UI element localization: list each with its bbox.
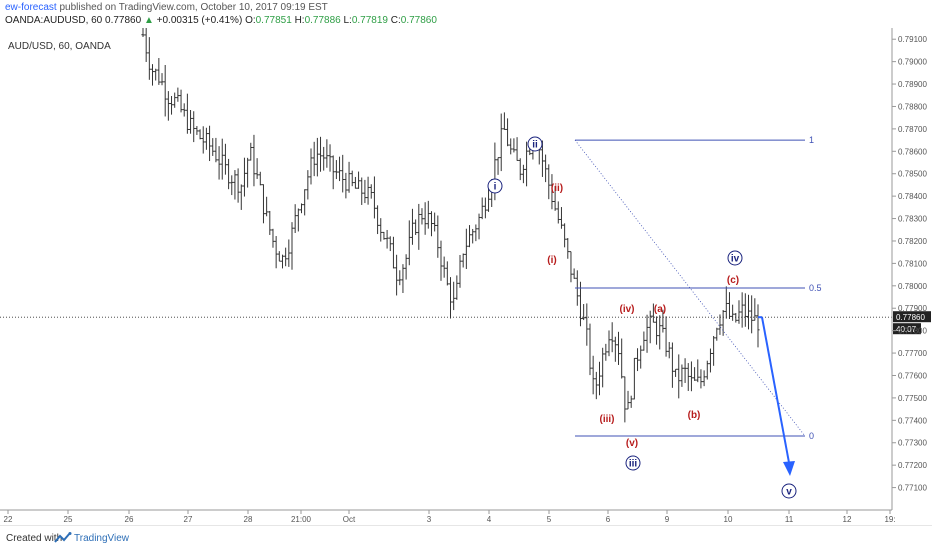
price-tag-label: 0.77860 bbox=[896, 313, 925, 322]
wave-label-red-a: (a) bbox=[654, 304, 666, 315]
change-arrow-icon: ▲ bbox=[143, 15, 154, 26]
open-value: 0.77851 bbox=[255, 15, 292, 26]
last-price: 0.77860 bbox=[105, 15, 142, 26]
chart-symbol-label: AUD/USD, 60, OANDA bbox=[8, 41, 111, 52]
y-tick-label: 0.78900 bbox=[898, 80, 927, 89]
wave-label-red-ii: (ii) bbox=[551, 183, 563, 194]
x-tick-label: 27 bbox=[184, 515, 193, 524]
y-tick-label: 0.77100 bbox=[898, 484, 927, 493]
y-tick-label: 0.77200 bbox=[898, 461, 927, 470]
wave-label-red-iii: (iii) bbox=[600, 414, 615, 425]
wave-label-blue-i: i bbox=[494, 182, 497, 193]
y-tick-label: 0.77400 bbox=[898, 416, 927, 425]
x-tick-label: 10 bbox=[724, 515, 733, 524]
wave-label-red-iv: (iv) bbox=[620, 304, 635, 315]
y-tick-label: 0.78000 bbox=[898, 282, 927, 291]
fib-level-label: 0 bbox=[809, 431, 814, 441]
y-tick-label: 0.79100 bbox=[898, 35, 927, 44]
y-tick-label: 0.77700 bbox=[898, 349, 927, 358]
low-label: L: bbox=[343, 15, 352, 26]
price-chart[interactable]: 0.7786040:0710.50iiiiiiivv(i)(ii)(iii)(i… bbox=[0, 28, 932, 525]
y-tick-label: 0.78300 bbox=[898, 215, 927, 224]
close-value: 0.77860 bbox=[400, 15, 437, 26]
wave-label-red-c: (c) bbox=[727, 275, 739, 286]
x-tick-label: 9 bbox=[665, 515, 670, 524]
x-tick-label: 5 bbox=[547, 515, 552, 524]
tradingview-brand[interactable]: TradingView bbox=[74, 533, 129, 544]
publish-line: ew-forecast published on TradingView.com… bbox=[5, 2, 328, 13]
x-tick-label: 6 bbox=[606, 515, 611, 524]
y-tick-label: 0.78200 bbox=[898, 237, 927, 246]
chart-header: ew-forecast published on TradingView.com… bbox=[0, 0, 932, 28]
x-tick-label: 22 bbox=[4, 515, 13, 524]
y-tick-label: 0.78500 bbox=[898, 170, 927, 179]
wave-label-blue-iii: iii bbox=[629, 459, 638, 470]
x-tick-label: 19: bbox=[884, 515, 895, 524]
y-tick-label: 0.77300 bbox=[898, 439, 927, 448]
ohlc-line: OANDA:AUDUSD, 60 0.77860 ▲ +0.00315 (+0.… bbox=[5, 15, 437, 26]
low-value: 0.77819 bbox=[351, 15, 388, 26]
x-tick-label: 26 bbox=[125, 515, 134, 524]
symbol-label: OANDA:AUDUSD, 60 bbox=[5, 15, 103, 26]
y-tick-label: 0.79000 bbox=[898, 58, 927, 67]
y-tick-label: 0.77500 bbox=[898, 394, 927, 403]
y-tick-label: 0.77600 bbox=[898, 371, 927, 380]
wave-label-red-b: (b) bbox=[688, 410, 701, 421]
y-tick-label: 0.78100 bbox=[898, 259, 927, 268]
x-tick-label: 21:00 bbox=[291, 515, 312, 524]
wave-label-red-i: (i) bbox=[547, 255, 556, 266]
y-tick-label: 0.77900 bbox=[898, 304, 927, 313]
x-tick-label: 3 bbox=[427, 515, 432, 524]
wave-label-red-v: (v) bbox=[626, 438, 638, 449]
wave-label-blue-ii: ii bbox=[532, 140, 538, 151]
tradingview-logo-icon bbox=[54, 532, 72, 543]
fib-level-label: 0.5 bbox=[809, 283, 822, 293]
high-value: 0.77886 bbox=[304, 15, 341, 26]
x-tick-label: Oct bbox=[343, 515, 356, 524]
change-value: +0.00315 (+0.41%) bbox=[156, 15, 243, 26]
y-tick-label: 0.78700 bbox=[898, 125, 927, 134]
high-label: H: bbox=[294, 15, 305, 26]
y-tick-label: 0.77800 bbox=[898, 327, 927, 336]
plot-area[interactable] bbox=[0, 28, 892, 510]
open-label: O: bbox=[245, 15, 256, 26]
publish-info: published on TradingView.com, October 10… bbox=[59, 2, 328, 13]
x-tick-label: 11 bbox=[785, 515, 794, 524]
close-label: C: bbox=[390, 15, 401, 26]
fib-level-label: 1 bbox=[809, 135, 814, 145]
author-link[interactable]: ew-forecast bbox=[5, 2, 57, 13]
y-tick-label: 0.78400 bbox=[898, 192, 927, 201]
wave-label-blue-v: v bbox=[786, 487, 792, 498]
x-tick-label: 28 bbox=[244, 515, 253, 524]
y-tick-label: 0.78800 bbox=[898, 102, 927, 111]
wave-label-blue-iv: iv bbox=[731, 254, 740, 265]
x-tick-label: 12 bbox=[843, 515, 852, 524]
y-tick-label: 0.78600 bbox=[898, 147, 927, 156]
x-tick-label: 4 bbox=[487, 515, 492, 524]
footer: Created with TradingView bbox=[0, 525, 932, 551]
x-tick-label: 25 bbox=[64, 515, 73, 524]
